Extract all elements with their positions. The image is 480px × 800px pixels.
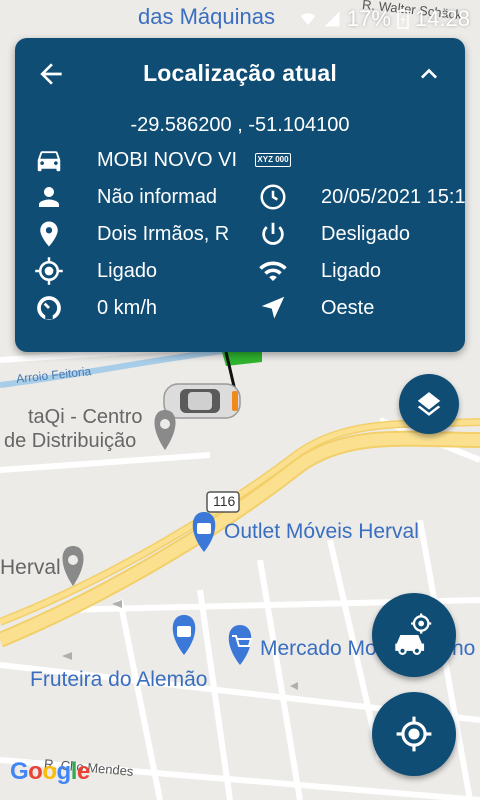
signal-row: Ligado: [255, 253, 467, 289]
vehicle-location-icon: [395, 613, 432, 656]
gps-target-icon: [396, 716, 432, 752]
address-value: Dois Irmãos, R: [97, 222, 230, 245]
clock-icon: [255, 179, 291, 215]
my-location-button[interactable]: [372, 692, 456, 776]
panel-title: Localização atual: [143, 60, 337, 86]
speed-row: 0 km/h: [31, 290, 243, 326]
map-label-outlet: Outlet Móveis Herval: [224, 520, 419, 543]
datetime-row: 20/05/2021 15:1: [255, 179, 471, 215]
gps-row: Ligado: [31, 253, 243, 289]
gps-fixed-icon: [31, 253, 67, 289]
power-icon: [255, 216, 291, 252]
address-row: Dois Irmãos, R: [31, 216, 243, 252]
map-label-fruteira: Fruteira do Alemão: [30, 668, 208, 691]
ignition-status: Desligado: [321, 222, 410, 245]
collapse-button[interactable]: [413, 58, 445, 90]
wifi-icon: [255, 253, 291, 289]
chevron-up-icon: [421, 68, 437, 79]
location-pin-icon: [31, 216, 67, 252]
vehicle-name: MOBI NOVO VI: [97, 148, 238, 171]
battery-percent: 17%: [346, 6, 391, 31]
driver-row: Não informad: [31, 179, 243, 215]
location-info-panel: Localização atual -29.586200 , -51.10410…: [15, 38, 467, 352]
map-label-mercado: Mercado Mo: [260, 637, 377, 660]
speed-value: 0 km/h: [97, 296, 158, 319]
driver-name: Não informad: [97, 185, 218, 208]
arrow-back-icon: [40, 63, 62, 85]
car-icon: [31, 142, 67, 178]
plate-row: XYZ 000: [255, 142, 291, 178]
layers-icon: [417, 392, 441, 416]
status-time: 14:28: [414, 6, 470, 31]
ignition-row: Desligado: [255, 216, 467, 252]
navigation-arrow-icon: [255, 290, 291, 326]
center-vehicle-button[interactable]: [372, 593, 456, 677]
map-label-taqi-1: taQi - Centro: [28, 406, 143, 428]
battery-icon: [397, 9, 409, 29]
signal-status-icon: [324, 11, 340, 27]
direction-value: Oeste: [321, 296, 375, 319]
speedometer-icon: [31, 290, 67, 326]
status-bar: 17% 14:28: [0, 0, 480, 38]
datetime-value: 20/05/2021 15:1: [321, 185, 466, 208]
vehicle-row: MOBI NOVO VI: [31, 142, 243, 178]
google-logo: Google: [10, 758, 90, 785]
route-116-label: 116: [213, 493, 236, 509]
coordinates-text: -29.586200 , -51.104100: [130, 114, 350, 136]
map-label-taqi-2: de Distribuição: [4, 430, 137, 452]
direction-row: Oeste: [255, 290, 467, 326]
person-icon: [31, 179, 67, 215]
vehicle-marker-icon[interactable]: [163, 383, 241, 419]
wifi-status-icon: [300, 13, 316, 25]
signal-status: Ligado: [321, 259, 382, 282]
map-layers-button[interactable]: [399, 374, 459, 434]
plate-badge: XYZ 000: [255, 153, 291, 167]
back-button[interactable]: [35, 58, 67, 90]
map-label-herval: Herval: [0, 556, 61, 579]
gps-status: Ligado: [97, 259, 158, 282]
